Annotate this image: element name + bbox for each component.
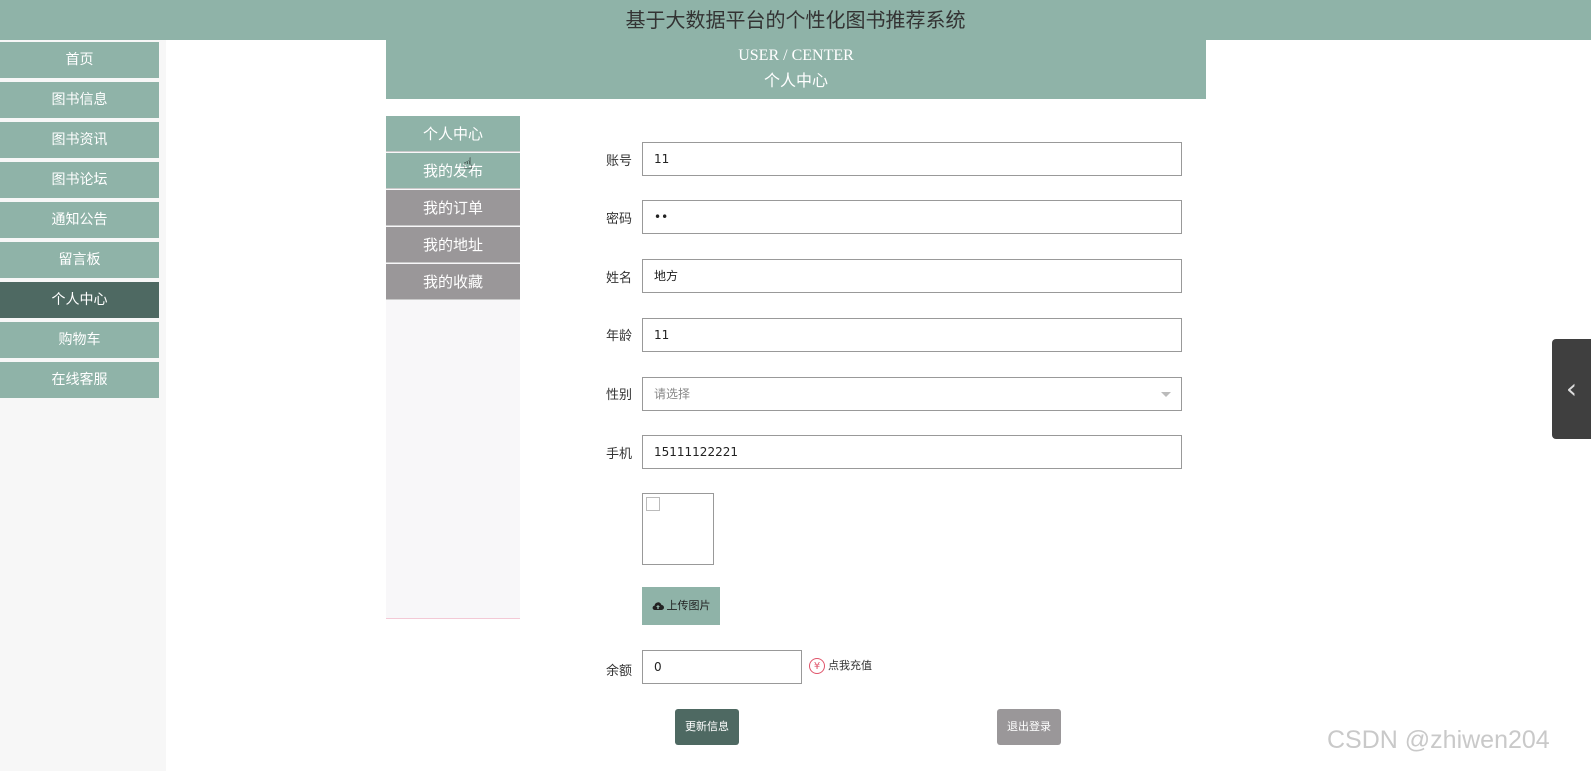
watermark: CSDN @zhiwen204 xyxy=(1327,726,1550,754)
side-panel-toggle[interactable]: ‹ xyxy=(1552,339,1591,439)
phone-label: 手机 xyxy=(606,447,633,462)
logout-button[interactable]: 退出登录 xyxy=(997,709,1061,745)
sidebar-item-user-center[interactable]: 个人中心 xyxy=(0,282,159,318)
subnav-item-user-center[interactable]: 个人中心 xyxy=(386,116,520,152)
sidebar-item-cart[interactable]: 购物车 xyxy=(0,322,159,358)
chevron-left-icon: ‹ xyxy=(1565,372,1578,405)
password-label: 密码 xyxy=(606,212,633,227)
recharge-link[interactable]: ¥ 点我充值 xyxy=(809,657,872,674)
sidebar: 首页 图书信息 图书资讯 图书论坛 通知公告 留言板 个人中心 购物车 在线客服 xyxy=(0,40,166,771)
subnav-item-my-orders[interactable]: 我的订单 xyxy=(386,190,520,226)
sidebar-item-home[interactable]: 首页 xyxy=(0,42,159,78)
subnav-item-my-posts[interactable]: 我的发布 xyxy=(386,153,520,189)
gender-select[interactable]: 请选择 xyxy=(642,377,1182,411)
subnav-item-my-address[interactable]: 我的地址 xyxy=(386,227,520,263)
recharge-label: 点我充值 xyxy=(828,659,872,672)
chevron-down-icon xyxy=(1161,392,1171,397)
subnav-item-my-favorites[interactable]: 我的收藏 xyxy=(386,264,520,300)
phone-field[interactable]: 15111122221 xyxy=(642,435,1182,469)
sidebar-item-book-forum[interactable]: 图书论坛 xyxy=(0,162,159,198)
account-field[interactable]: 11 xyxy=(642,142,1182,176)
gender-select-placeholder: 请选择 xyxy=(654,387,691,401)
hand-cursor-icon: ☝ xyxy=(463,154,473,173)
app-title: 基于大数据平台的个性化图书推荐系统 xyxy=(0,0,1591,40)
banner-title-cn: 个人中心 xyxy=(763,73,828,90)
gender-label: 性别 xyxy=(606,388,633,403)
avatar-preview xyxy=(642,493,714,565)
cloud-upload-icon xyxy=(652,602,664,611)
upload-image-label: 上传图片 xyxy=(666,599,711,612)
sidebar-item-notices[interactable]: 通知公告 xyxy=(0,202,159,238)
balance-label: 余额 xyxy=(606,664,633,679)
age-label: 年龄 xyxy=(606,329,633,344)
banner-title-en: USER / CENTER xyxy=(738,47,854,64)
sidebar-item-book-info[interactable]: 图书信息 xyxy=(0,82,159,118)
update-info-button[interactable]: 更新信息 xyxy=(675,709,739,745)
sidebar-item-online-service[interactable]: 在线客服 xyxy=(0,362,159,398)
upload-image-button[interactable]: 上传图片 xyxy=(642,587,720,625)
age-field[interactable]: 11 xyxy=(642,318,1182,352)
balance-field[interactable]: 0 xyxy=(642,650,802,684)
account-label: 账号 xyxy=(606,154,633,169)
user-center-subnav: 个人中心 我的发布 我的订单 我的地址 我的收藏 xyxy=(386,116,520,619)
yen-icon: ¥ xyxy=(809,658,825,674)
name-label: 姓名 xyxy=(606,271,633,286)
page-banner: USER / CENTER 个人中心 xyxy=(386,40,1206,99)
sidebar-item-message-board[interactable]: 留言板 xyxy=(0,242,159,278)
name-field[interactable]: 地方 xyxy=(642,259,1182,293)
sidebar-item-book-news[interactable]: 图书资讯 xyxy=(0,122,159,158)
password-field[interactable]: •• xyxy=(642,200,1182,234)
broken-image-icon xyxy=(646,497,660,511)
